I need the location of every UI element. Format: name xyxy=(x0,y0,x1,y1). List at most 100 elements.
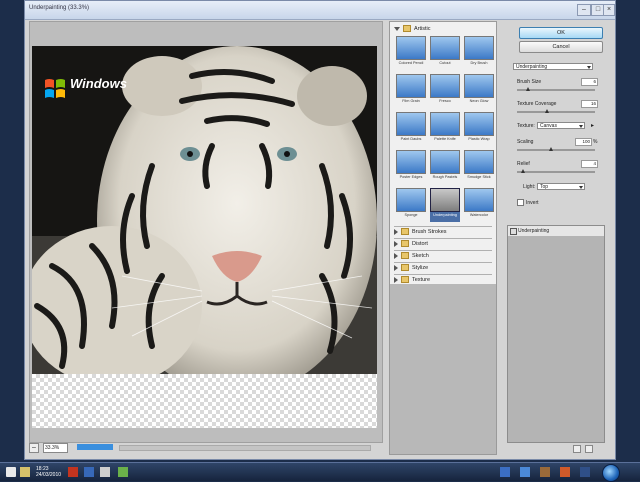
texture-coverage-knob[interactable] xyxy=(545,109,550,113)
filter-label: Cutout xyxy=(439,61,451,65)
close-button[interactable]: × xyxy=(603,4,615,16)
photoshop-taskbar-icon[interactable] xyxy=(84,467,94,477)
chevron-right-icon xyxy=(394,240,398,247)
filter-plastic-wrap[interactable]: Plastic Wrap xyxy=(464,112,494,146)
category-label: Sketch xyxy=(412,253,429,259)
effect-layer-underpainting[interactable]: Underpainting xyxy=(508,226,604,236)
firefox-icon[interactable] xyxy=(560,467,570,477)
photoshop-icon[interactable] xyxy=(580,467,590,477)
category-label: Artistic xyxy=(414,26,431,32)
filter-poster-edges[interactable]: Poster Edges xyxy=(396,150,426,184)
filter-thumbnail xyxy=(430,74,460,98)
zoom-out-button[interactable]: – xyxy=(29,443,39,453)
cancel-button[interactable]: Cancel xyxy=(519,41,603,53)
browser-icon[interactable] xyxy=(520,467,530,477)
filter-film-grain[interactable]: Film Grain xyxy=(396,74,426,108)
filter-label: Watercolor xyxy=(469,213,489,217)
folder-icon xyxy=(401,228,409,236)
texture-coverage-slider[interactable] xyxy=(517,109,595,113)
category-stylize[interactable]: Stylize xyxy=(394,262,492,273)
delete-effect-layer-icon[interactable] xyxy=(585,445,593,453)
category-sketch[interactable]: Sketch xyxy=(394,250,492,261)
filter-sponge[interactable]: Sponge xyxy=(396,188,426,222)
tiger-image xyxy=(32,46,377,374)
filter-select-value: Underpainting xyxy=(516,64,548,70)
preview-area[interactable]: Windows xyxy=(29,21,383,443)
scaling-knob[interactable] xyxy=(549,147,554,151)
filter-watercolor[interactable]: Watercolor xyxy=(464,188,494,222)
ok-button[interactable]: OK xyxy=(519,27,603,39)
invert-checkbox[interactable]: Invert xyxy=(517,199,539,206)
texture-coverage-field[interactable]: 16 xyxy=(581,100,598,108)
filter-thumbnail xyxy=(464,188,494,212)
brush-size-knob[interactable] xyxy=(526,87,531,91)
chevron-right-icon xyxy=(394,264,398,271)
brush-size-field[interactable]: 6 xyxy=(581,78,598,86)
minimize-button[interactable]: – xyxy=(577,4,591,16)
scaling-unit: % xyxy=(593,139,598,145)
show-desktop-icon[interactable] xyxy=(6,467,16,477)
category-brush-strokes[interactable]: Brush Strokes xyxy=(394,226,492,237)
filter-fresco[interactable]: Fresco xyxy=(430,74,460,108)
filter-underpainting[interactable]: Underpainting xyxy=(430,188,460,222)
brush-size-slider[interactable] xyxy=(517,87,595,91)
filter-dry-brush[interactable]: Dry Brush xyxy=(464,36,494,70)
preview-status-bar: – 33.3% xyxy=(29,443,381,453)
preview-canvas[interactable]: Windows xyxy=(32,46,377,428)
texture-select-value: Canvas xyxy=(540,123,557,129)
filter-cutout[interactable]: Cutout xyxy=(430,36,460,70)
filter-rough-pastels[interactable]: Rough Pastels xyxy=(430,150,460,184)
filter-smudge-stick[interactable]: Smudge Stick xyxy=(464,150,494,184)
horizontal-scrollbar[interactable] xyxy=(119,445,371,451)
filter-thumbnail xyxy=(396,112,426,136)
media-player-icon[interactable] xyxy=(68,467,78,477)
category-label: Brush Strokes xyxy=(412,229,447,235)
relief-label: Relief xyxy=(517,161,530,167)
taskbar: 18:23 24/03/2010 xyxy=(0,462,640,482)
start-button[interactable] xyxy=(602,464,620,482)
checkbox-box[interactable] xyxy=(517,199,524,206)
relief-slider[interactable] xyxy=(517,169,595,173)
category-artistic[interactable]: Artistic xyxy=(394,24,431,34)
filter-select[interactable]: Underpainting xyxy=(513,63,593,70)
category-distort[interactable]: Distort xyxy=(394,238,492,249)
scaling-field[interactable]: 100 xyxy=(575,138,592,146)
filter-label: Dry Brush xyxy=(470,61,488,65)
filter-label: Underpainting xyxy=(433,213,457,217)
filter-neon-glow[interactable]: Neon Glow xyxy=(464,74,494,108)
filter-label: Fresco xyxy=(439,99,451,103)
windows-logo-text: Windows xyxy=(70,76,127,91)
folder-icon xyxy=(401,264,409,272)
filter-thumbnail xyxy=(396,74,426,98)
chevron-right-icon xyxy=(394,252,398,259)
filter-thumbnail xyxy=(464,112,494,136)
filter-thumbnail xyxy=(430,112,460,136)
filter-thumbnail xyxy=(430,188,460,212)
texture-select[interactable]: Canvas xyxy=(537,122,585,129)
scaling-label: Scaling xyxy=(517,139,534,145)
filter-palette-knife[interactable]: Palette Knife xyxy=(430,112,460,146)
zoom-level[interactable]: 33.3% xyxy=(43,443,68,453)
filter-label: Smudge Stick xyxy=(467,175,491,179)
texture-coverage-label: Texture Coverage xyxy=(517,101,557,107)
filter-label: Palette Knife xyxy=(434,137,456,141)
filter-label: Paint Daubs xyxy=(400,137,422,141)
filter-label: Sponge xyxy=(404,213,418,217)
texture-menu-icon[interactable]: ▸ xyxy=(591,122,594,129)
clock[interactable]: 18:23 24/03/2010 xyxy=(36,466,61,478)
network-icon[interactable] xyxy=(118,467,128,477)
eye-icon[interactable] xyxy=(510,228,517,235)
light-select[interactable]: Top xyxy=(537,183,585,190)
filter-colored-pencil[interactable]: Colored Pencil xyxy=(396,36,426,70)
new-effect-layer-icon[interactable] xyxy=(573,445,581,453)
filter-thumbnail xyxy=(464,74,494,98)
folder-icon[interactable] xyxy=(20,467,30,477)
effect-layer-label: Underpainting xyxy=(518,228,550,234)
tray-arrow-icon[interactable] xyxy=(100,467,110,477)
relief-field[interactable]: 4 xyxy=(581,160,598,168)
explorer-icon[interactable] xyxy=(540,467,550,477)
relief-knob[interactable] xyxy=(521,169,526,173)
scaling-slider[interactable] xyxy=(517,147,595,151)
app-icon[interactable] xyxy=(500,467,510,477)
filter-paint-daubs[interactable]: Paint Daubs xyxy=(396,112,426,146)
